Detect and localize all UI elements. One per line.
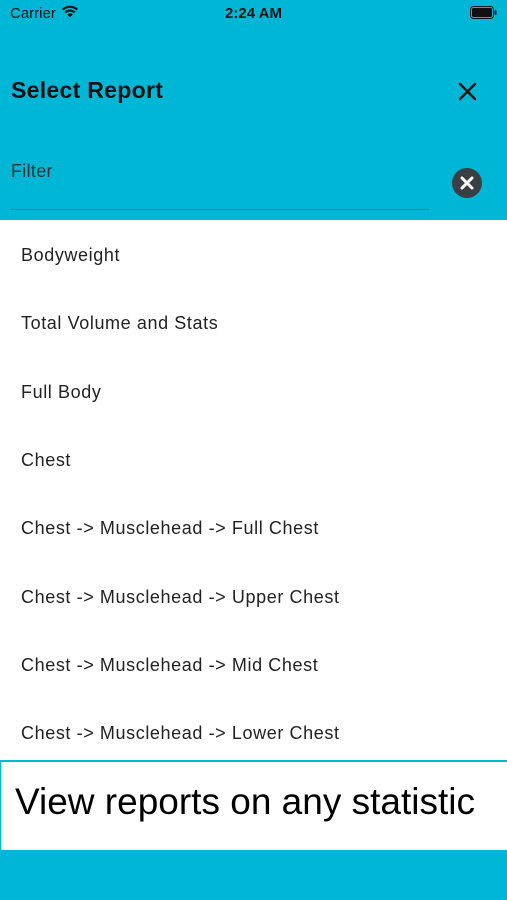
report-item-total-volume[interactable]: Total Volume and Stats (21, 303, 491, 343)
report-item-full-body[interactable]: Full Body (21, 372, 491, 412)
header: Carrier 2:24 AM Select Report (0, 0, 507, 220)
close-button[interactable] (452, 77, 482, 107)
promo-box: View reports on any statistic (1, 762, 507, 850)
filter-input[interactable] (11, 155, 429, 210)
report-item-chest-upper[interactable]: Chest -> Musclehead -> Upper Chest (21, 577, 491, 617)
report-item-bodyweight[interactable]: Bodyweight (21, 235, 491, 275)
battery-icon (470, 6, 497, 19)
status-bar: Carrier 2:24 AM (0, 0, 507, 28)
status-time: 2:24 AM (225, 5, 282, 22)
report-list: Bodyweight Total Volume and Stats Full B… (0, 220, 507, 760)
close-icon (458, 82, 477, 101)
clear-circle-icon (460, 176, 474, 190)
report-item-chest[interactable]: Chest (21, 440, 491, 480)
report-item-chest-lower[interactable]: Chest -> Musclehead -> Lower Chest (21, 713, 491, 753)
report-item-chest-full[interactable]: Chest -> Musclehead -> Full Chest (21, 508, 491, 548)
promo-caption: View reports on any statistic (15, 781, 475, 822)
clear-filter-button[interactable] (452, 168, 482, 198)
report-item-chest-mid[interactable]: Chest -> Musclehead -> Mid Chest (21, 645, 491, 685)
page-title: Select Report (11, 77, 164, 103)
promo-banner: View reports on any statistic (0, 760, 507, 900)
